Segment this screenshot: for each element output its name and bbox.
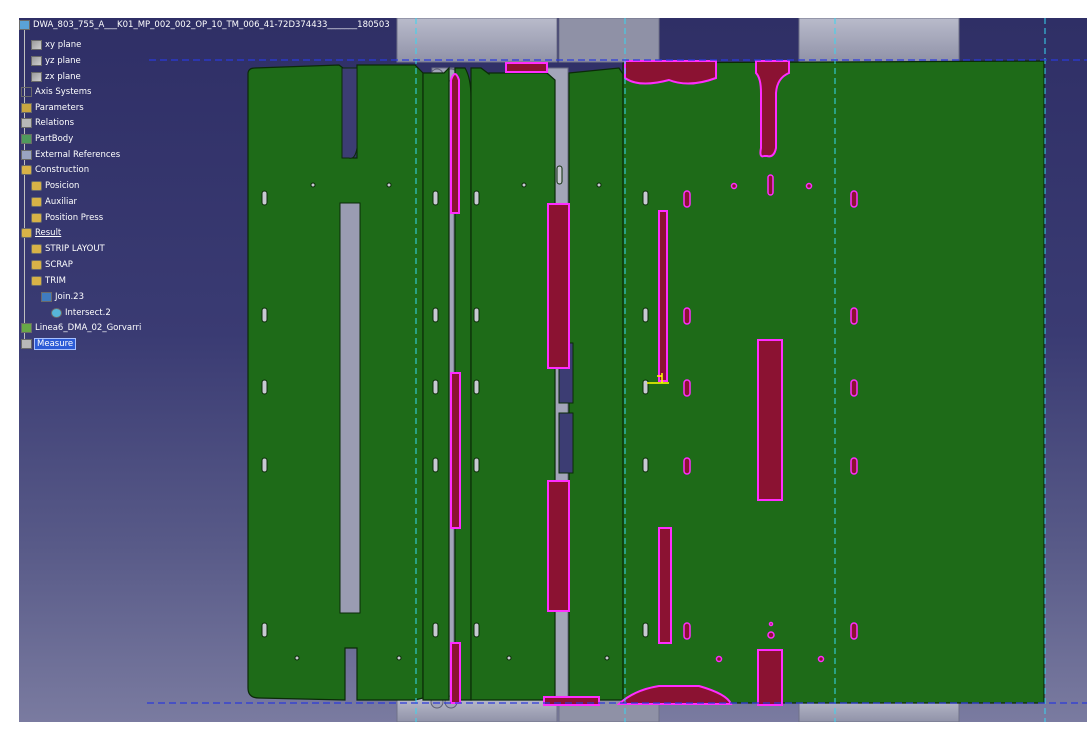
tree-node-label: Linea6_DMA_02_Gorvarri [35,323,142,333]
scrap-slug [547,203,570,369]
tree-node-join-23[interactable]: Join.23 [41,290,84,304]
axis-system-icon [21,87,32,97]
tree-node-label: Posicion [45,181,80,191]
tree-node-strip-layout[interactable]: STRIP LAYOUT [31,242,105,256]
part-icon [19,20,30,30]
tree-node-label: Construction [35,165,90,175]
tree-node-auxiliar[interactable]: Auxiliar [31,195,77,209]
scrap-slug [450,73,460,214]
tree-node-label: External References [35,150,121,160]
tree-connector [24,30,25,344]
tree-node-linea6-dma-02-gorvarri[interactable]: Linea6_DMA_02_Gorvarri [21,321,141,335]
tree-node-measure[interactable]: Measure [21,337,77,351]
tree-node-intersect-2[interactable]: Intersect.2 [51,306,111,320]
geometrical-set-icon [31,181,42,191]
tree-node-label: Relations [35,118,75,128]
tree-node-label: Measure [33,338,77,350]
scrap-slug [658,210,668,382]
line-icon [21,323,32,333]
tree-node-construction[interactable]: Construction [21,163,89,177]
tree-node-parameters[interactable]: Parameters [21,101,84,115]
tree-node-label: yz plane [45,56,81,66]
tree-node-label: zx plane [45,72,81,82]
tree-node-label: Parameters [35,103,84,113]
tree-node-yz-plane[interactable]: yz plane [31,54,81,68]
specification-tree[interactable]: DWA_803_755_A___K01_MP_002_002_OP_10_TM_… [19,18,390,358]
scrap-top [624,60,717,85]
tree-node-label: PartBody [35,134,74,144]
tree-node-zx-plane[interactable]: zx plane [31,70,81,84]
tree-node-position-press[interactable]: Position Press [31,211,103,225]
tree-node-external-references[interactable]: External References [21,148,120,162]
geometrical-set-icon [21,228,32,238]
parameters-icon [21,103,32,113]
geometrical-set-icon [31,276,42,286]
tree-node-trim[interactable]: TRIM [31,274,66,288]
tree-node-label: Axis Systems [35,87,92,97]
tree-node-relations[interactable]: Relations [21,116,74,130]
tree-node-label: Join.23 [55,292,84,302]
tree-node-axis-systems[interactable]: Axis Systems [21,85,91,99]
relations-icon [21,118,32,128]
geometrical-set-icon [31,244,42,254]
tree-node-label: STRIP LAYOUT [45,244,105,254]
plane-icon [31,72,42,82]
tree-node-label: Auxiliar [45,197,78,207]
scrap-bottom [543,696,600,706]
plane-icon [31,56,42,66]
scrap-slug [450,372,461,529]
scrap-slug [757,649,783,706]
tree-node-label: xy plane [45,40,82,50]
scrap-slug [757,339,783,501]
part-body-icon [21,134,32,144]
geometrical-set-icon [31,260,42,270]
tree-root-part[interactable]: DWA_803_755_A___K01_MP_002_002_OP_10_TM_… [19,18,390,32]
join-icon [41,292,52,302]
tree-node-xy-plane[interactable]: xy plane [31,38,81,52]
strip-panel-4 [470,67,556,701]
tree-node-label: TRIM [45,276,66,286]
geometrical-set-icon [21,165,32,175]
3d-viewport[interactable]: DWA_803_755_A___K01_MP_002_002_OP_10_TM_… [19,18,1087,722]
tree-node-posicion[interactable]: Posicion [31,179,79,193]
scrap-top [505,62,548,73]
scrap-slug [547,480,570,612]
scrap-slug [450,642,461,704]
strip-panel-5 [568,67,624,701]
tree-root-label: DWA_803_755_A___K01_MP_002_002_OP_10_TM_… [33,20,390,30]
tree-node-label: Intersect.2 [65,308,111,318]
tree-node-label: Result [35,228,62,238]
plane-icon [31,40,42,50]
tree-node-label: Position Press [45,213,104,223]
geometrical-set-icon [31,197,42,207]
measure-icon [21,339,32,349]
scrap-slug [658,527,672,644]
tree-node-scrap[interactable]: SCRAP [31,258,73,272]
tree-node-label: SCRAP [45,260,73,270]
tree-node-partbody[interactable]: PartBody [21,132,73,146]
geometrical-set-icon [31,213,42,223]
intersect-icon [51,308,62,318]
external-references-icon [21,150,32,160]
tree-node-result[interactable]: Result [21,226,61,240]
